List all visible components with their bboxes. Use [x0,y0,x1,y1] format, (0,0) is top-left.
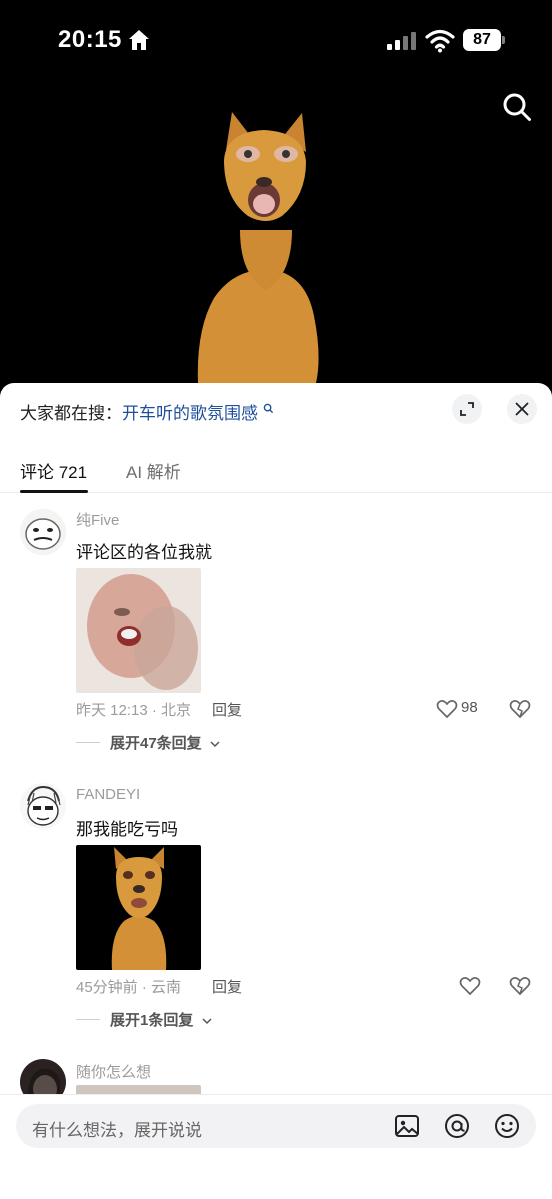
reply-button[interactable]: 回复 [212,976,242,997]
comment-meta: 昨天 12:13 · 北京 [76,702,192,719]
image-icon[interactable] [394,1113,420,1139]
tab-ai-analysis[interactable]: AI 解析 [126,458,181,483]
comment-text: 那我能吃亏吗 [76,820,178,839]
expand-icon [460,402,474,416]
trending-term[interactable]: 开车听的歌氛围感 [122,404,258,423]
screen: 20:15 87 大家都在搜：开车听的歌氛围感 评论 721 AI 解析 纯Fi… [0,0,552,1199]
chevron-down-icon [201,1018,212,1025]
comment-item: 纯Five 评论区的各位我就 昨天 12:13 · 北京 回复 98 展开47条… [0,505,552,775]
username[interactable]: FANDEYI [76,786,140,803]
divider [76,1019,100,1020]
expand-replies-label: 展开1条回复 [110,1012,194,1029]
trending-prefix: 大家都在搜： [20,404,122,423]
comment-composer: 有什么想法，展开说说 [0,1094,552,1199]
comment-meta: 45分钟前 · 云南 [76,979,182,996]
expand-replies-button[interactable]: 展开1条回复 [110,1009,212,1030]
home-icon [129,30,149,50]
expand-button[interactable] [452,394,482,424]
reply-button[interactable]: 回复 [212,699,242,720]
video-player[interactable] [0,80,552,400]
close-icon [515,402,529,416]
broken-heart-icon[interactable] [509,699,531,719]
comment-item: 随你怎么想 [0,1059,552,1105]
tab-bar: 评论 721 AI 解析 [0,445,552,493]
comment-text: 评论区的各位我就 [76,543,212,562]
status-time: 20:15 [58,26,122,53]
username[interactable]: 随你怎么想 [76,1061,151,1082]
heart-icon[interactable] [459,976,481,996]
emoji-icon[interactable] [494,1113,520,1139]
heart-icon[interactable] [436,699,458,719]
like-count: 98 [461,699,478,716]
battery-cap [502,36,505,44]
dog-figure [197,112,319,383]
at-mention-icon[interactable] [444,1113,470,1139]
dog-photo [76,845,201,970]
comment-image[interactable] [76,845,201,970]
comment-item: FANDEYI 那我能吃亏吗 45分钟前 · 云南 回复 展开1条回复 [0,783,552,1043]
active-tab-indicator [20,490,88,493]
avatar-meme-face [20,509,66,555]
expand-replies-button[interactable]: 展开47条回复 [110,732,220,753]
avatar[interactable] [20,783,66,829]
tab-comments[interactable]: 评论 721 [20,458,87,483]
expand-replies-label: 展开47条回复 [110,735,202,752]
chevron-down-icon [210,741,220,748]
comment-image[interactable] [76,568,201,693]
small-search-icon [263,403,273,414]
avatar[interactable] [20,509,66,555]
signal-icon [387,32,416,50]
meme-photo [76,568,201,693]
username[interactable]: 纯Five [76,509,119,530]
wifi-icon [425,29,455,53]
battery-indicator: 87 [463,29,505,51]
broken-heart-icon[interactable] [509,976,531,996]
comment-placeholder: 有什么想法，展开说说 [32,1121,202,1140]
trending-search[interactable]: 大家都在搜：开车听的歌氛围感 [20,401,274,427]
avatar-sketch-face [20,783,66,829]
divider [76,742,100,743]
comment-input[interactable]: 有什么想法，展开说说 [16,1104,536,1148]
battery-level: 87 [463,29,501,51]
close-button[interactable] [507,394,537,424]
comment-sheet: 大家都在搜：开车听的歌氛围感 评论 721 AI 解析 纯Five 评论区的各位… [0,383,552,1199]
status-bar: 20:15 87 [0,0,552,80]
